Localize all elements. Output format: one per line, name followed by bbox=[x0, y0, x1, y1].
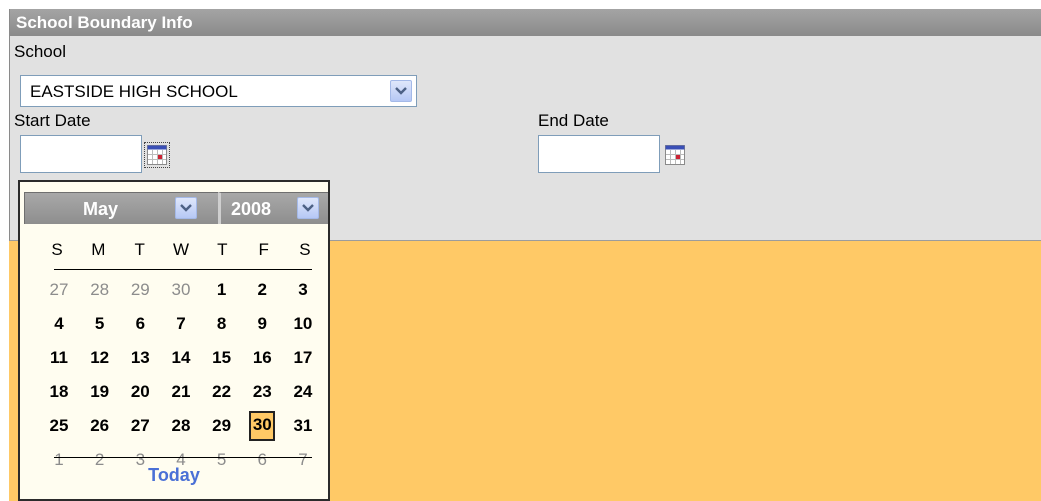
calendar-day[interactable]: 21 bbox=[168, 378, 194, 412]
weekday-label: S bbox=[299, 240, 311, 259]
date-picker-popup: May 2008 S M T W T F S 27 28 29 30 1 2 3 4 5 6 7 8 9… bbox=[18, 180, 330, 501]
calendar-day[interactable]: 8 bbox=[209, 310, 235, 344]
calendar-day[interactable]: 26 bbox=[87, 412, 113, 446]
month-select[interactable]: May bbox=[24, 192, 218, 224]
calendar-day[interactable]: 3 bbox=[290, 276, 316, 310]
calendar-week-row: 18 19 20 21 22 23 24 bbox=[46, 378, 316, 412]
calendar-day[interactable]: 23 bbox=[249, 378, 275, 412]
year-select[interactable]: 2008 bbox=[218, 192, 328, 224]
weekday-label: F bbox=[258, 240, 269, 259]
calendar-day[interactable]: 25 bbox=[46, 412, 72, 446]
calendar-day-selected[interactable]: 30 bbox=[249, 411, 276, 441]
school-select-value: EASTSIDE HIGH SCHOOL bbox=[30, 82, 238, 101]
weekday-label: S bbox=[51, 240, 63, 259]
weekday-label: M bbox=[91, 240, 106, 259]
calendar-day[interactable]: 18 bbox=[46, 378, 72, 412]
start-date-label: Start Date bbox=[14, 111, 91, 130]
calendar-week-row: 4 5 6 7 8 9 10 bbox=[46, 310, 316, 344]
date-picker-header: May 2008 bbox=[20, 182, 328, 232]
today-link[interactable]: Today bbox=[20, 465, 328, 486]
school-label: School bbox=[14, 42, 66, 61]
calendar-day[interactable]: 28 bbox=[87, 276, 113, 310]
weekday-divider bbox=[54, 269, 312, 270]
calendar-day[interactable]: 19 bbox=[87, 378, 113, 412]
calendar-day[interactable]: 24 bbox=[290, 378, 316, 412]
calendar-day[interactable]: 30 bbox=[168, 276, 194, 310]
calendar-icon[interactable] bbox=[144, 142, 170, 168]
calendar-day[interactable]: 5 bbox=[87, 310, 113, 344]
school-select[interactable]: EASTSIDE HIGH SCHOOL bbox=[20, 75, 417, 107]
panel-title: School Boundary Info bbox=[10, 9, 1041, 36]
chevron-down-icon[interactable] bbox=[175, 197, 197, 219]
weekday-header: S M T W T F S bbox=[46, 240, 316, 260]
weekday-label: T bbox=[134, 240, 145, 259]
calendar-day[interactable]: 20 bbox=[127, 378, 153, 412]
calendar-icon[interactable] bbox=[662, 142, 688, 168]
start-date-input[interactable] bbox=[20, 135, 142, 173]
footer-divider bbox=[54, 457, 312, 458]
calendar-day[interactable]: 1 bbox=[209, 276, 235, 310]
calendar-day[interactable]: 27 bbox=[127, 412, 153, 446]
calendar-day[interactable]: 11 bbox=[46, 344, 72, 378]
calendar-day[interactable]: 31 bbox=[290, 412, 316, 446]
calendar-day[interactable]: 4 bbox=[46, 310, 72, 344]
calendar-day[interactable]: 6 bbox=[127, 310, 153, 344]
calendar-day[interactable]: 15 bbox=[209, 344, 235, 378]
calendar-day[interactable]: 16 bbox=[249, 344, 275, 378]
calendar-week-row: 11 12 13 14 15 16 17 bbox=[46, 344, 316, 378]
calendar-day[interactable]: 7 bbox=[168, 310, 194, 344]
weekday-label: W bbox=[172, 240, 189, 259]
calendar-week-row: 25 26 27 28 29 30 31 bbox=[46, 411, 316, 446]
calendar-day[interactable]: 2 bbox=[249, 276, 275, 310]
calendar-day[interactable]: 29 bbox=[127, 276, 153, 310]
end-date-label: End Date bbox=[538, 111, 609, 130]
month-value: May bbox=[83, 199, 119, 219]
calendar-grid: 27 28 29 30 1 2 3 4 5 6 7 8 9 10 11 12 13 14 15 16 17 18 19 20 2… bbox=[46, 276, 316, 480]
calendar-day[interactable]: 22 bbox=[209, 378, 235, 412]
calendar-week-row: 27 28 29 30 1 2 3 bbox=[46, 276, 316, 310]
calendar-day[interactable]: 9 bbox=[249, 310, 275, 344]
calendar-day[interactable]: 13 bbox=[127, 344, 153, 378]
calendar-day[interactable]: 12 bbox=[87, 344, 113, 378]
chevron-down-icon[interactable] bbox=[297, 197, 319, 219]
calendar-day[interactable]: 17 bbox=[290, 344, 316, 378]
end-date-input[interactable] bbox=[538, 135, 660, 173]
calendar-day[interactable]: 14 bbox=[168, 344, 194, 378]
calendar-day[interactable]: 28 bbox=[168, 412, 194, 446]
chevron-down-icon[interactable] bbox=[390, 80, 412, 102]
weekday-label: T bbox=[217, 240, 228, 259]
year-value: 2008 bbox=[231, 199, 272, 219]
calendar-day[interactable]: 10 bbox=[290, 310, 316, 344]
calendar-day[interactable]: 27 bbox=[46, 276, 72, 310]
calendar-day[interactable]: 29 bbox=[209, 412, 235, 446]
